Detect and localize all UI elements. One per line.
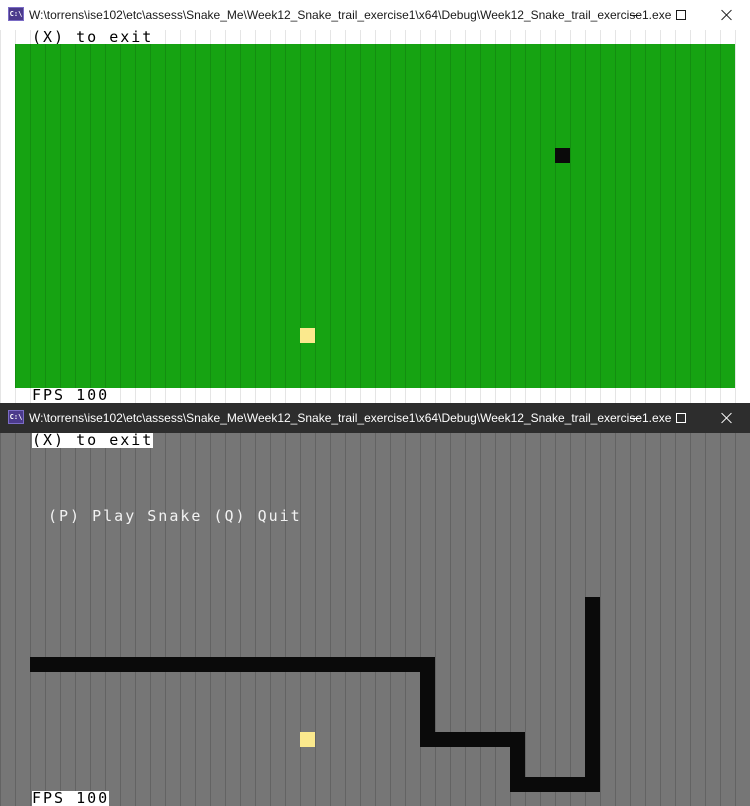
game-field <box>15 44 735 388</box>
console-area[interactable]: (X) to exit (P) Play Snake (Q) Quit FPS … <box>0 433 750 806</box>
snake-trail-segment <box>30 657 435 672</box>
exit-hint: (X) to exit <box>32 30 154 46</box>
console-area[interactable]: (X) to exit FPS 100 <box>0 30 750 403</box>
minimize-icon <box>630 14 640 16</box>
maximize-icon <box>676 413 686 423</box>
close-button[interactable] <box>704 0 750 30</box>
fps-counter: FPS 100 <box>32 789 110 806</box>
food-pellet <box>300 732 315 747</box>
maximize-button[interactable] <box>658 403 704 433</box>
title-bar[interactable]: C:\ W:\torrens\ise102\etc\assess\Snake_M… <box>0 0 750 30</box>
maximize-icon <box>676 10 686 20</box>
food-pellet <box>300 328 315 343</box>
window-title: W:\torrens\ise102\etc\assess\Snake_Me\We… <box>29 8 672 22</box>
minimize-button[interactable] <box>612 0 658 30</box>
title-bar[interactable]: C:\ W:\torrens\ise102\etc\assess\Snake_M… <box>0 403 750 433</box>
maximize-button[interactable] <box>658 0 704 30</box>
console-app-icon[interactable]: C:\ <box>8 410 24 424</box>
snake-trail-segment <box>585 597 600 792</box>
menu-window: C:\ W:\torrens\ise102\etc\assess\Snake_M… <box>0 403 750 806</box>
app-icon-text: C:\ <box>9 412 23 421</box>
minimize-button[interactable] <box>612 403 658 433</box>
snake-head <box>555 148 570 163</box>
main-menu-prompt: (P) Play Snake (Q) Quit <box>48 507 302 525</box>
app-icon-text: C:\ <box>9 9 23 18</box>
game-window: C:\ W:\torrens\ise102\etc\assess\Snake_M… <box>0 0 750 403</box>
close-icon <box>721 412 733 424</box>
fps-counter: FPS 100 <box>32 386 110 403</box>
exit-hint: (X) to exit <box>32 433 154 449</box>
console-app-icon[interactable]: C:\ <box>8 7 24 21</box>
close-icon <box>721 9 733 21</box>
minimize-icon <box>630 417 640 419</box>
close-button[interactable] <box>704 403 750 433</box>
window-title: W:\torrens\ise102\etc\assess\Snake_Me\We… <box>29 411 672 425</box>
